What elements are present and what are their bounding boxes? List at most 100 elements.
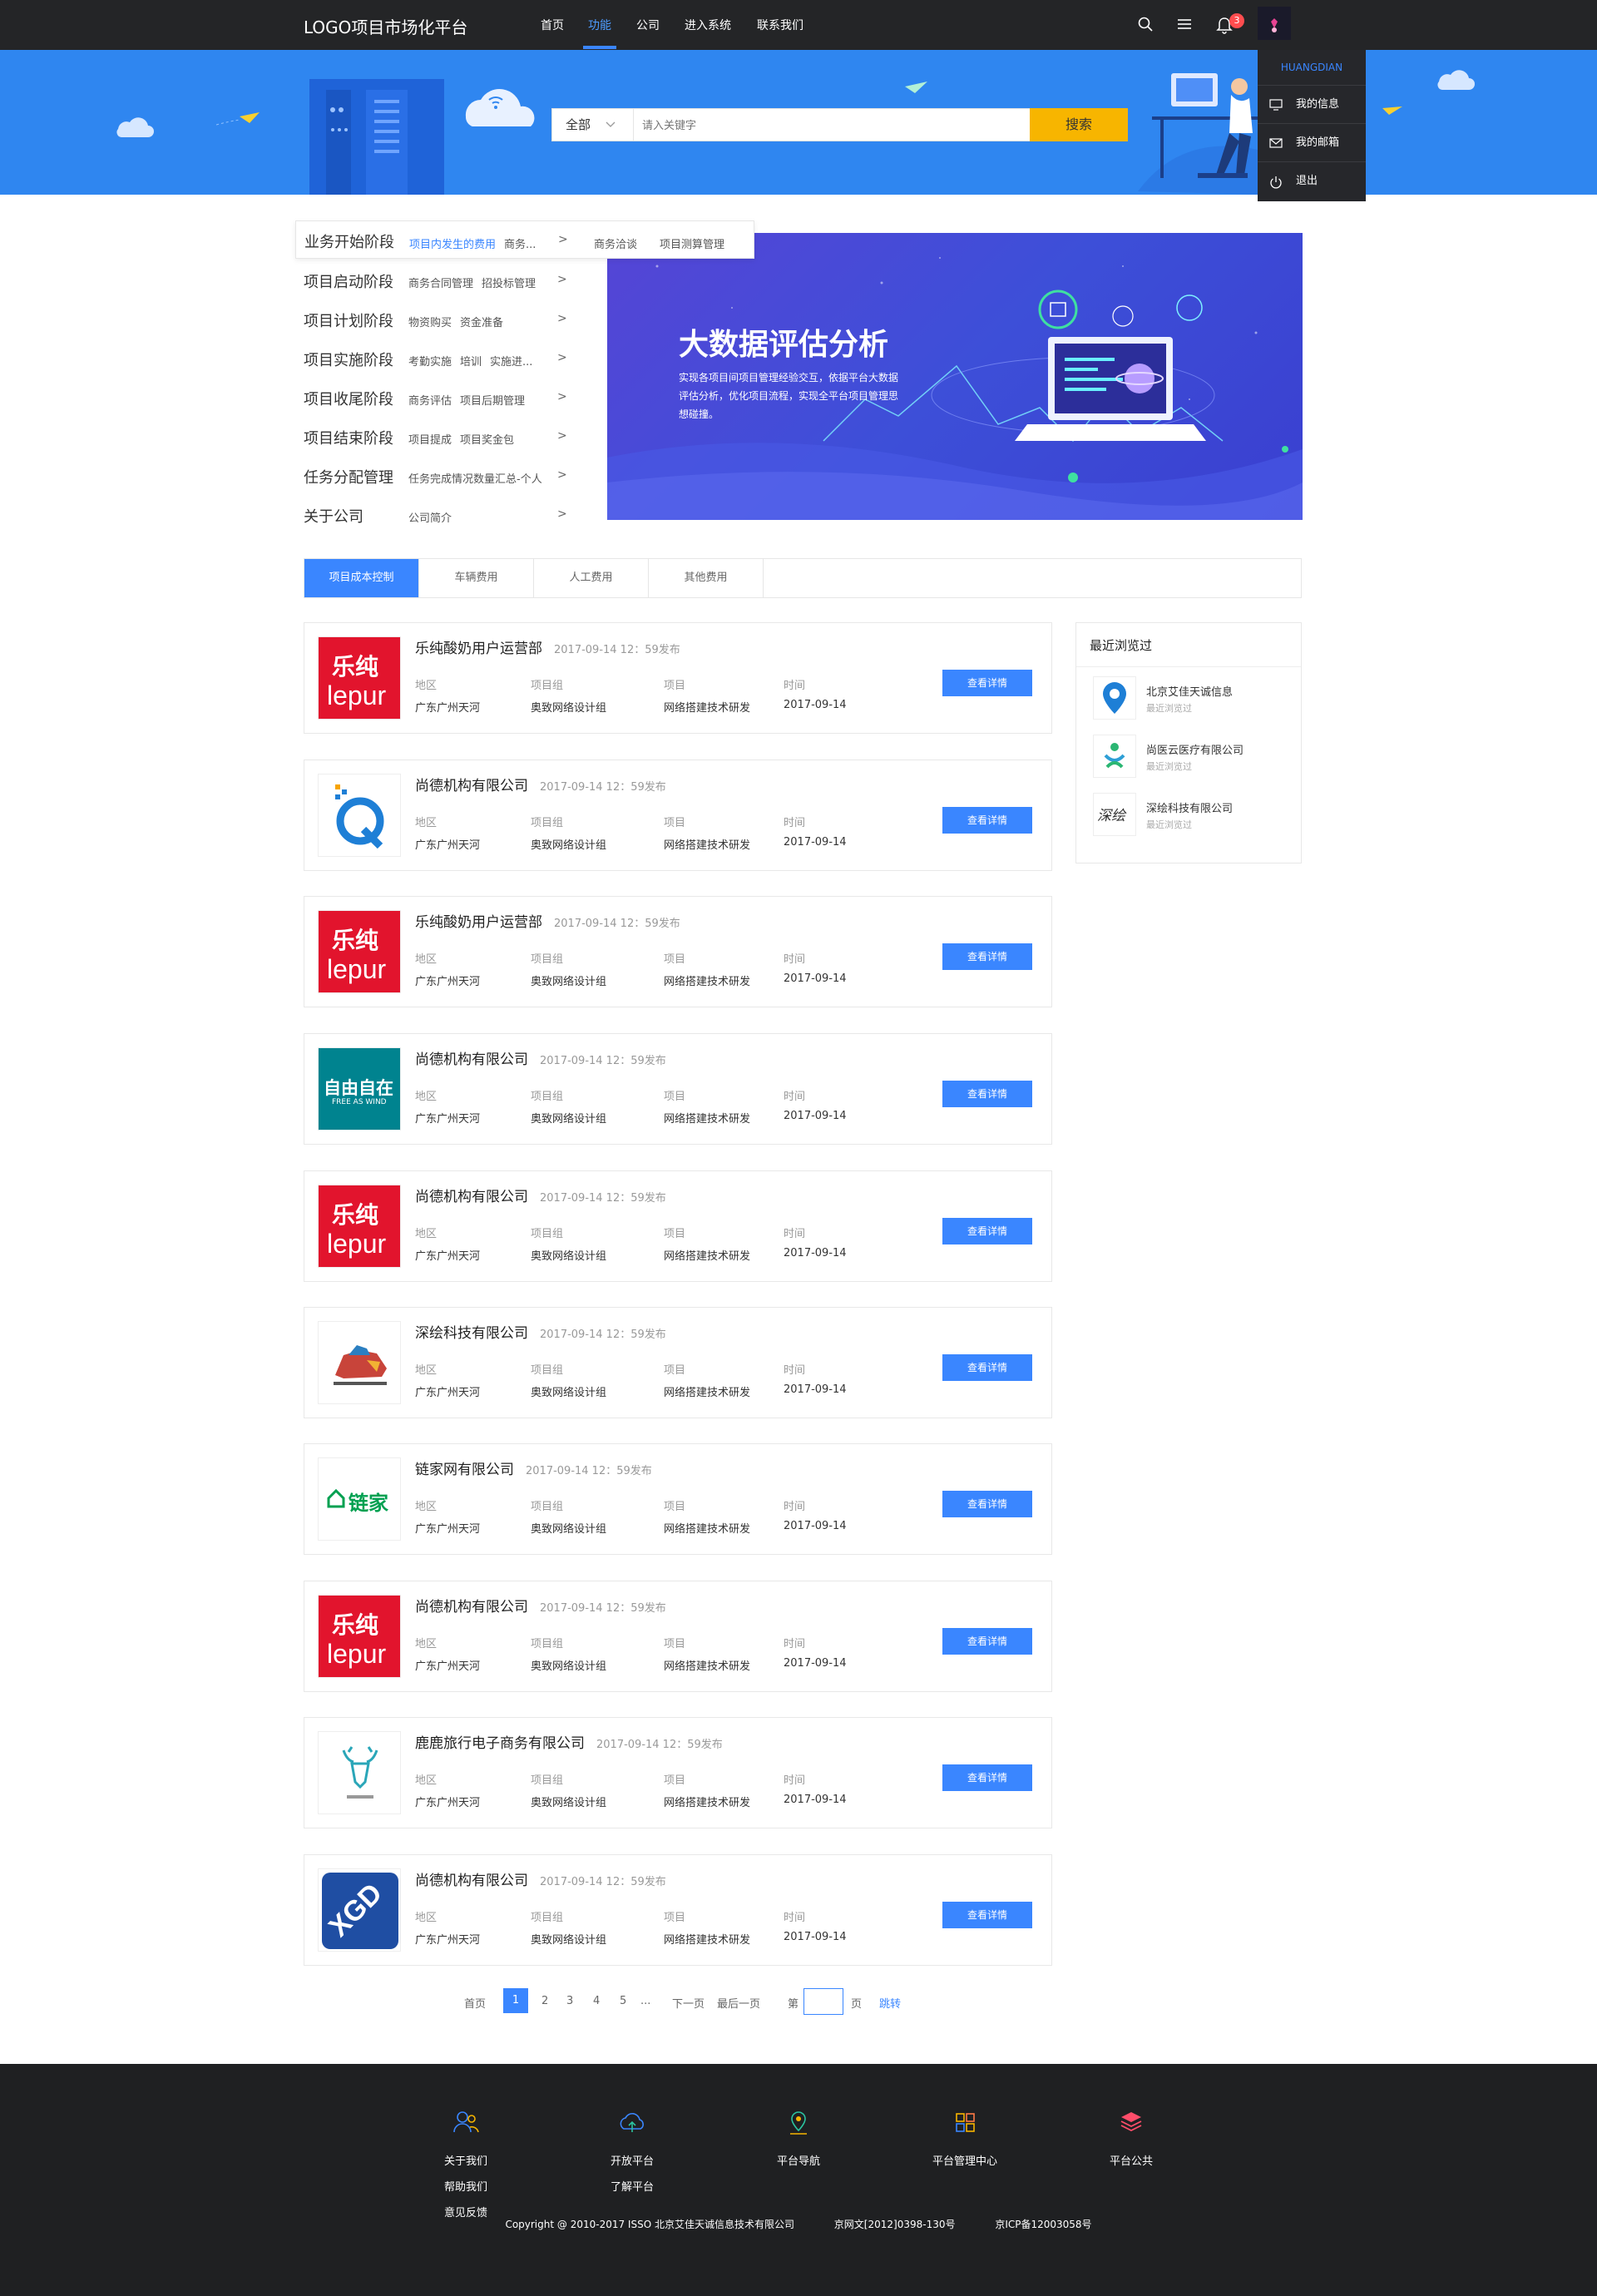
page-next[interactable]: 下一页 xyxy=(672,1995,705,2011)
footer-link[interactable]: 平台管理中心 xyxy=(907,2152,1023,2168)
category-item-project-plan[interactable]: 项目计划阶段 物资购买 资金准备 > xyxy=(295,304,570,333)
menu-logout[interactable]: 退出 xyxy=(1258,162,1366,200)
category-link[interactable]: 培训 xyxy=(460,356,482,369)
project-card[interactable]: 乐纯 lepur 尚德机构有限公司 2017-09-14 12：59发布 地区 项目组 项目… xyxy=(304,1581,1052,1692)
recent-item[interactable]: 尚医云医疗有限公司 最近浏览过 xyxy=(1093,735,1293,781)
category-item-project-start[interactable]: 项目启动阶段 商务合同管理 招投标管理 > xyxy=(295,265,570,294)
page-3[interactable]: 3 xyxy=(566,1995,573,2007)
page-1[interactable]: 1 xyxy=(503,1988,528,2013)
project-card[interactable]: XGD 尚德机构有限公司 2017-09-14 12：59发布 地区 项目组 项目 时间 广东… xyxy=(304,1854,1052,1966)
menu-icon[interactable] xyxy=(1176,16,1193,32)
category-item-project-end[interactable]: 项目结束阶段 项目提成 项目奖金包 > xyxy=(295,422,570,450)
hero-banner[interactable]: 大数据评估分析 实现各项目间项目管理经验交互，依据平台大数据评估分析，优化项目流… xyxy=(607,233,1303,520)
search-icon[interactable] xyxy=(1137,16,1154,32)
project-card[interactable]: 尚德机构有限公司 2017-09-14 12：59发布 地区 项目组 项目 时间 广东广州天… xyxy=(304,760,1052,871)
footer-link[interactable]: 平台公共 xyxy=(1073,2152,1189,2168)
search-button[interactable]: 搜索 xyxy=(1030,108,1128,141)
tab-labor-cost[interactable]: 人工费用 xyxy=(534,559,649,597)
company-name[interactable]: 乐纯酸奶用户运营部 2017-09-14 12：59发布 xyxy=(415,636,680,657)
company-name[interactable]: 尚德机构有限公司 2017-09-14 12：59发布 xyxy=(415,774,666,794)
view-detail-button[interactable]: 查看详情 xyxy=(942,670,1032,696)
tab-vehicle-cost[interactable]: 车辆费用 xyxy=(419,559,534,597)
category-item-task-assign[interactable]: 任务分配管理 任务完成情况数量汇总-个人 > xyxy=(295,461,570,489)
page-first[interactable]: 首页 xyxy=(464,1995,486,2011)
category-title: 项目启动阶段 xyxy=(304,274,393,291)
menu-my-info[interactable]: 我的信息 xyxy=(1258,86,1366,124)
company-name[interactable]: 乐纯酸奶用户运营部 2017-09-14 12：59发布 xyxy=(415,910,680,931)
nav-enter-system[interactable]: 进入系统 xyxy=(685,17,731,33)
recent-item[interactable]: 北京艾佳天诚信息 最近浏览过 xyxy=(1093,676,1293,723)
category-link[interactable]: 物资购买 xyxy=(408,317,452,329)
category-link[interactable]: 商务评估 xyxy=(408,395,452,408)
category-link[interactable]: 项目内发生的费用 xyxy=(409,239,496,251)
category-link[interactable]: 任务完成情况数量汇总-个人 xyxy=(408,473,542,486)
company-name[interactable]: 深绘科技有限公司 2017-09-14 12：59发布 xyxy=(415,1321,666,1342)
footer-link[interactable]: 平台导航 xyxy=(740,2152,857,2168)
view-detail-button[interactable]: 查看详情 xyxy=(942,1218,1032,1244)
nav-company[interactable]: 公司 xyxy=(636,17,660,33)
category-link[interactable]: 实施进... xyxy=(490,356,532,369)
company-name[interactable]: 尚德机构有限公司 2017-09-14 12：59发布 xyxy=(415,1047,666,1068)
company-name[interactable]: 链家网有限公司 2017-09-14 12：59发布 xyxy=(415,1457,652,1478)
view-detail-button[interactable]: 查看详情 xyxy=(942,943,1032,970)
category-item-business-start[interactable]: 业务开始阶段 项目内发生的费用 商务... > 商务洽谈 项目测算管理 xyxy=(295,220,754,259)
category-link[interactable]: 招投标管理 xyxy=(482,278,536,290)
category-item-project-close[interactable]: 项目收尾阶段 商务评估 项目后期管理 > xyxy=(295,383,570,411)
view-detail-button[interactable]: 查看详情 xyxy=(942,1354,1032,1381)
company-name[interactable]: 尚德机构有限公司 2017-09-14 12：59发布 xyxy=(415,1185,666,1205)
company-name[interactable]: 尚德机构有限公司 2017-09-14 12：59发布 xyxy=(415,1868,666,1889)
category-link[interactable]: 项目测算管理 xyxy=(660,235,724,251)
category-link[interactable]: 商务洽谈 xyxy=(594,235,637,251)
company-logo: 乐纯 lepur xyxy=(318,1595,401,1678)
category-link[interactable]: 商务合同管理 xyxy=(408,278,473,290)
nav-home[interactable]: 首页 xyxy=(541,17,564,33)
category-link[interactable]: 资金准备 xyxy=(460,317,503,329)
nav-contact[interactable]: 联系我们 xyxy=(757,17,803,33)
nav-features[interactable]: 功能 xyxy=(588,17,611,33)
tab-other-cost[interactable]: 其他费用 xyxy=(649,559,764,597)
time-label: 时间 xyxy=(784,1228,806,1240)
page-jump-button[interactable]: 跳转 xyxy=(879,1995,901,2011)
view-detail-button[interactable]: 查看详情 xyxy=(942,1764,1032,1791)
avatar[interactable] xyxy=(1258,7,1291,40)
menu-my-mail[interactable]: 我的邮箱 xyxy=(1258,124,1366,162)
site-logo[interactable]: LOGO项目市场化平台 xyxy=(304,14,467,38)
company-name[interactable]: 鹿鹿旅行电子商务有限公司 2017-09-14 12：59发布 xyxy=(415,1731,723,1752)
hero-title: 大数据评估分析 xyxy=(679,328,889,362)
company-logo xyxy=(318,1321,401,1404)
view-detail-button[interactable]: 查看详情 xyxy=(942,807,1032,834)
category-link[interactable]: 项目提成 xyxy=(408,434,452,447)
project-card[interactable]: 链家 链家网有限公司 2017-09-14 12：59发布 地区 项目组 项目 时间 广东广州… xyxy=(304,1443,1052,1555)
footer-link[interactable]: 开放平台 xyxy=(574,2152,690,2168)
page-5[interactable]: 5 xyxy=(620,1995,626,2007)
page-number-input[interactable] xyxy=(803,1988,843,2015)
project-card[interactable]: 鹿鹿旅行电子商务有限公司 2017-09-14 12：59发布 地区 项目组 项目 时间广… xyxy=(304,1717,1052,1828)
view-detail-button[interactable]: 查看详情 xyxy=(942,1628,1032,1655)
footer-link[interactable]: 了解平台 xyxy=(574,2178,690,2194)
category-item-project-implement[interactable]: 项目实施阶段 考勤实施 培训 实施进... > xyxy=(295,344,570,372)
footer-link[interactable]: 关于我们 xyxy=(408,2152,524,2168)
search-category-select[interactable]: 全部 xyxy=(552,109,634,141)
category-link[interactable]: 商务... xyxy=(504,239,536,251)
category-item-about[interactable]: 关于公司 公司简介 > xyxy=(295,500,570,528)
view-detail-button[interactable]: 查看详情 xyxy=(942,1902,1032,1928)
company-name[interactable]: 尚德机构有限公司 2017-09-14 12：59发布 xyxy=(415,1595,666,1616)
page-4[interactable]: 4 xyxy=(593,1995,600,2007)
view-detail-button[interactable]: 查看详情 xyxy=(942,1081,1032,1107)
project-card[interactable]: 乐纯 lepur 尚德机构有限公司 2017-09-14 12：59发布 地区 项目组 项目… xyxy=(304,1170,1052,1282)
project-card[interactable]: 乐纯 lepur 乐纯酸奶用户运营部 2017-09-14 12：59发布 地区 项目组 项… xyxy=(304,622,1052,734)
tab-project-cost[interactable]: 项目成本控制 xyxy=(304,559,419,597)
recent-item[interactable]: 深绘 深绘科技有限公司 最近浏览过 xyxy=(1093,793,1293,839)
category-link[interactable]: 项目奖金包 xyxy=(460,434,514,447)
category-link[interactable]: 考勤实施 xyxy=(408,356,452,369)
project-card[interactable]: 深绘科技有限公司 2017-09-14 12：59发布 地区 项目组 项目 时间 广东广州天… xyxy=(304,1307,1052,1418)
project-card[interactable]: 乐纯 lepur 乐纯酸奶用户运营部 2017-09-14 12：59发布 地区 项目组 项… xyxy=(304,896,1052,1007)
view-detail-button[interactable]: 查看详情 xyxy=(942,1491,1032,1517)
category-link[interactable]: 项目后期管理 xyxy=(460,395,525,408)
page-2[interactable]: 2 xyxy=(541,1995,548,2007)
project-card[interactable]: 自由自在 FREE AS WIND 尚德机构有限公司 2017-09-14 12：59… xyxy=(304,1033,1052,1145)
page-last[interactable]: 最后一页 xyxy=(717,1995,760,2011)
search-input[interactable] xyxy=(642,116,1058,134)
category-link[interactable]: 公司简介 xyxy=(408,512,452,525)
footer-link[interactable]: 帮助我们 xyxy=(408,2178,524,2194)
